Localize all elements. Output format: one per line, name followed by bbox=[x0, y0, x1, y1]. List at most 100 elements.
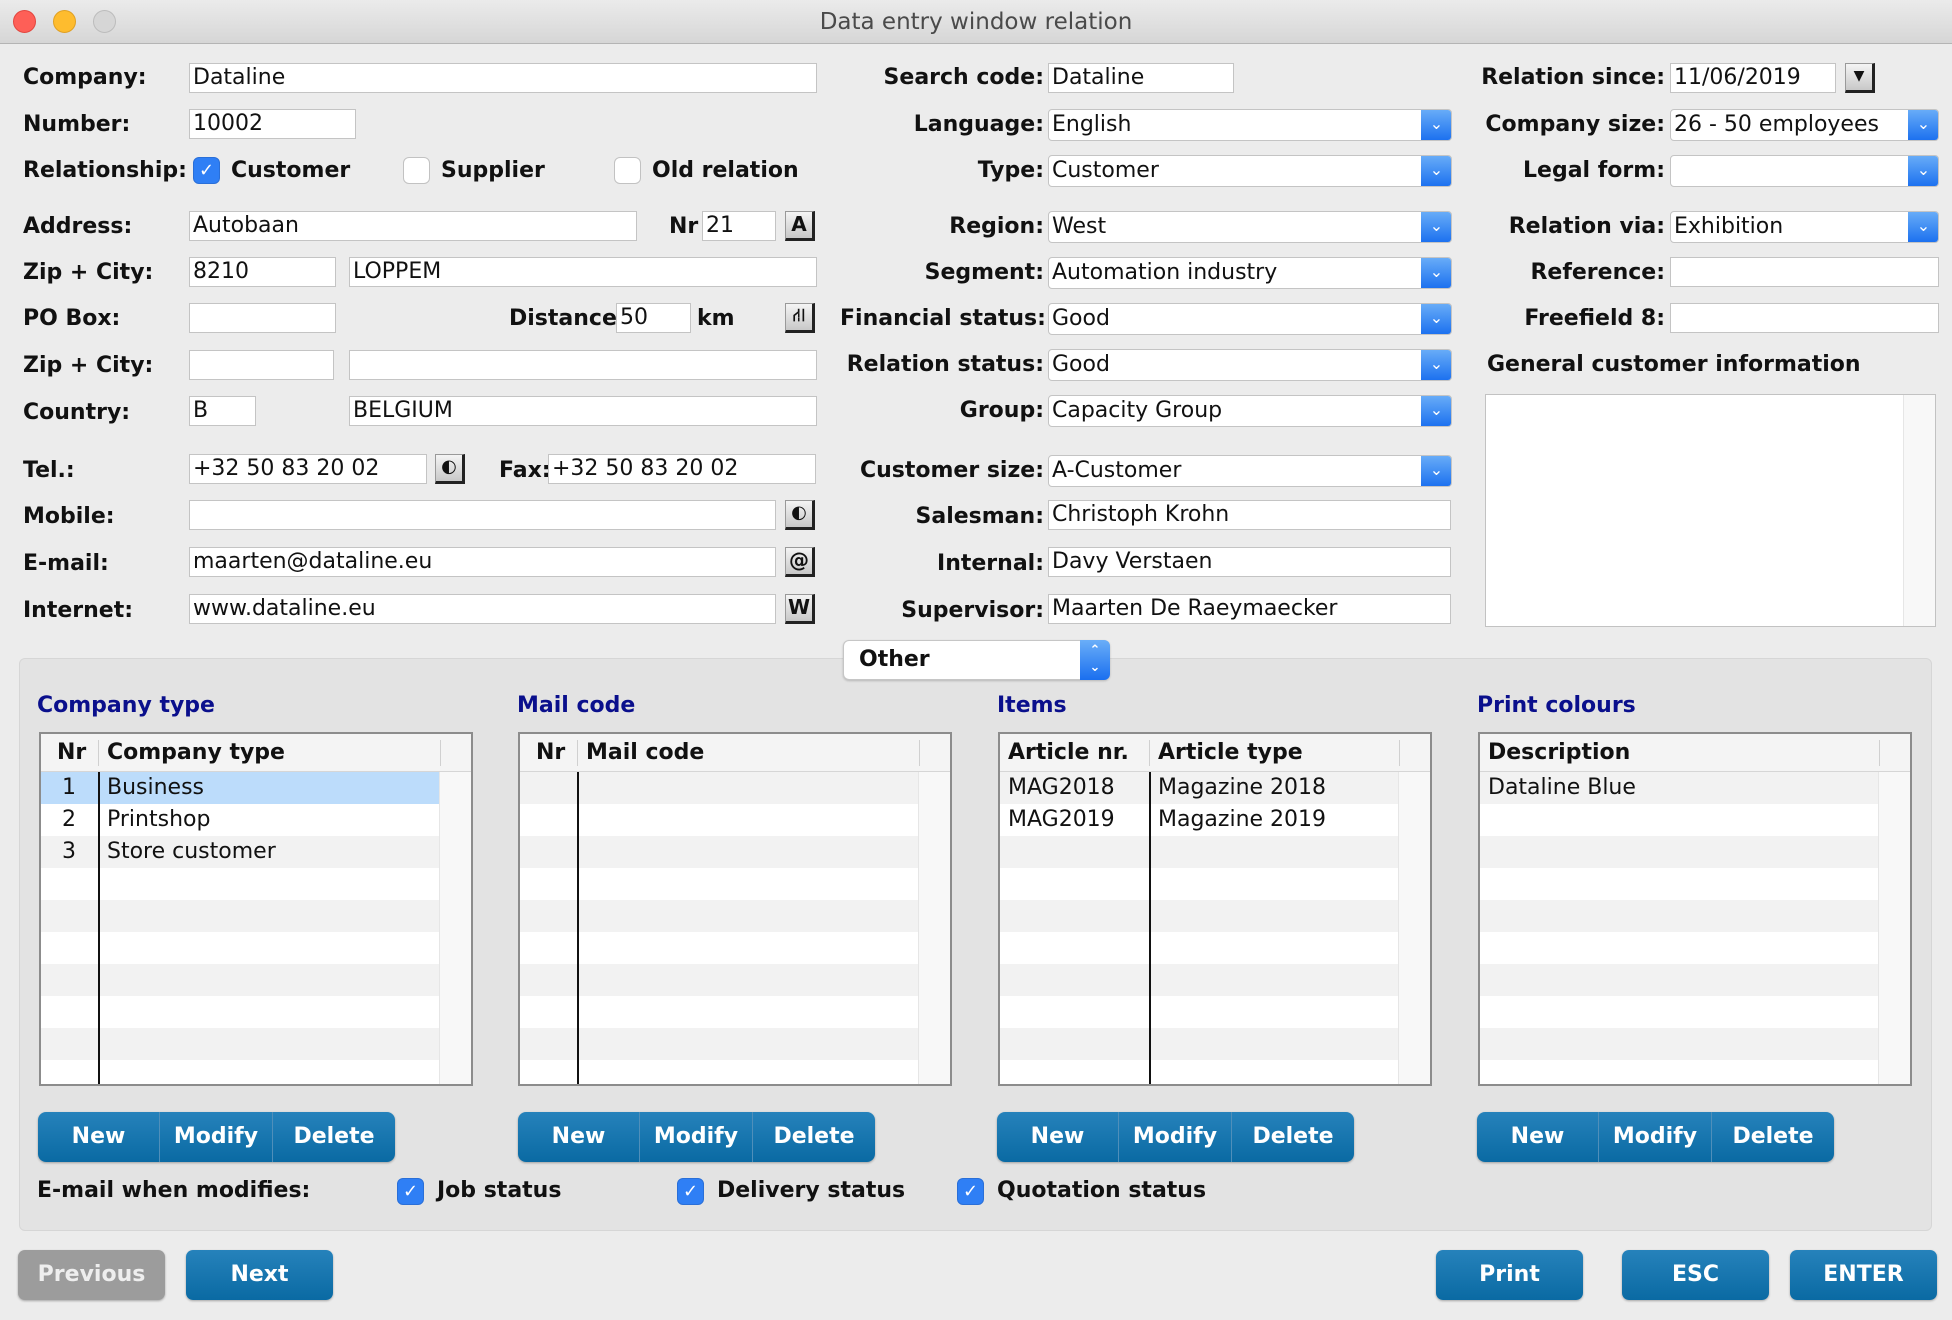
internet-field[interactable]: www.dataline.eu bbox=[189, 594, 776, 624]
general-info-textarea[interactable] bbox=[1485, 394, 1936, 627]
table-row[interactable]: 2 Printshop bbox=[41, 804, 441, 836]
financial-status-select[interactable]: Good ⌄ bbox=[1048, 303, 1452, 335]
supplier-checkbox[interactable] bbox=[403, 157, 430, 184]
print-colours-table[interactable]: Description Dataline Blue bbox=[1478, 732, 1912, 1086]
relation-since-field[interactable]: 11/06/2019 bbox=[1670, 63, 1836, 93]
column-header-description[interactable]: Description bbox=[1488, 738, 1630, 768]
zip-field[interactable]: 8210 bbox=[189, 257, 336, 287]
chevron-down-icon[interactable]: ⌄ bbox=[1421, 212, 1451, 242]
company-type-modify-button[interactable]: Modify bbox=[160, 1112, 273, 1162]
esc-button[interactable]: ESC bbox=[1622, 1250, 1769, 1300]
country-name-field[interactable]: BELGIUM bbox=[349, 396, 817, 426]
date-picker-icon[interactable]: ▼ bbox=[1845, 63, 1875, 93]
chevron-down-icon[interactable]: ⌄ bbox=[1908, 212, 1938, 242]
mobile-field[interactable] bbox=[189, 500, 776, 530]
table-row[interactable]: MAG2018 Magazine 2018 bbox=[1000, 772, 1400, 804]
email-field[interactable]: maarten@dataline.eu bbox=[189, 547, 776, 577]
quotation-status-checkbox[interactable]: ✓ bbox=[957, 1178, 984, 1205]
column-header-article-nr[interactable]: Article nr. bbox=[1008, 738, 1129, 768]
company-type-new-button[interactable]: New bbox=[38, 1112, 160, 1162]
mail-code-new-button[interactable]: New bbox=[518, 1112, 640, 1162]
table-scrollbar[interactable] bbox=[918, 772, 950, 1084]
enter-button[interactable]: ENTER bbox=[1790, 1250, 1937, 1300]
chevron-down-icon[interactable]: ⌄ bbox=[1421, 304, 1451, 334]
phone-icon[interactable]: ◐ bbox=[435, 454, 465, 484]
type-select[interactable]: Customer ⌄ bbox=[1048, 155, 1452, 187]
internal-field[interactable]: Davy Verstaen bbox=[1048, 547, 1451, 577]
company-type-delete-button[interactable]: Delete bbox=[273, 1112, 395, 1162]
house-nr-field[interactable]: 21 bbox=[702, 211, 776, 241]
column-header-nr[interactable]: Nr bbox=[536, 738, 565, 768]
table-row[interactable]: Dataline Blue bbox=[1480, 772, 1880, 804]
chevron-down-icon[interactable]: ⌄ bbox=[1421, 110, 1451, 140]
address-lookup-icon[interactable]: A bbox=[785, 211, 815, 241]
mail-code-delete-button[interactable]: Delete bbox=[753, 1112, 875, 1162]
customer-size-select[interactable]: A-Customer ⌄ bbox=[1048, 455, 1452, 487]
old-relation-checkbox[interactable] bbox=[614, 157, 641, 184]
print-colours-modify-button[interactable]: Modify bbox=[1599, 1112, 1712, 1162]
items-new-button[interactable]: New bbox=[997, 1112, 1119, 1162]
region-select[interactable]: West ⌄ bbox=[1048, 211, 1452, 243]
job-status-checkbox[interactable]: ✓ bbox=[397, 1178, 424, 1205]
relation-via-select[interactable]: Exhibition ⌄ bbox=[1670, 211, 1939, 243]
number-field[interactable]: 10002 bbox=[189, 109, 356, 139]
route-icon[interactable]: ⛙ bbox=[785, 303, 815, 333]
print-button[interactable]: Print bbox=[1436, 1250, 1583, 1300]
items-table[interactable]: Article nr. Article type MAG2018 Magazine… bbox=[998, 732, 1432, 1086]
chevron-down-icon[interactable]: ⌄ bbox=[1421, 156, 1451, 186]
supervisor-field[interactable]: Maarten De Raeymaecker bbox=[1048, 594, 1451, 624]
city-2-field[interactable] bbox=[349, 350, 817, 380]
column-header-company-type[interactable]: Company type bbox=[107, 738, 285, 768]
language-select[interactable]: English ⌄ bbox=[1048, 109, 1452, 141]
distance-field[interactable]: 50 bbox=[616, 303, 691, 333]
updown-chevron-icon[interactable]: ⌃ ⌄ bbox=[1080, 640, 1110, 680]
chevron-down-icon[interactable]: ⌄ bbox=[1421, 258, 1451, 288]
delivery-status-checkbox[interactable]: ✓ bbox=[677, 1178, 704, 1205]
company-type-table[interactable]: Nr Company type 1 Business 2 Printshop 3 St… bbox=[39, 732, 473, 1086]
fax-field[interactable]: +32 50 83 20 02 bbox=[548, 454, 816, 484]
general-info-scrollbar[interactable] bbox=[1903, 395, 1935, 626]
table-scrollbar[interactable] bbox=[439, 772, 471, 1084]
column-header-mail-code[interactable]: Mail code bbox=[586, 738, 704, 768]
chevron-down-icon[interactable]: ⌄ bbox=[1908, 110, 1938, 140]
reference-field[interactable] bbox=[1670, 257, 1939, 287]
items-modify-button[interactable]: Modify bbox=[1119, 1112, 1232, 1162]
chevron-down-icon[interactable]: ⌄ bbox=[1421, 456, 1451, 486]
send-email-icon[interactable]: @ bbox=[785, 547, 815, 577]
segment-select[interactable]: Automation industry ⌄ bbox=[1048, 257, 1452, 289]
tel-field[interactable]: +32 50 83 20 02 bbox=[189, 454, 427, 484]
mobile-phone-icon[interactable]: ◐ bbox=[785, 500, 815, 530]
chevron-down-icon[interactable]: ⌄ bbox=[1908, 156, 1938, 186]
items-delete-button[interactable]: Delete bbox=[1232, 1112, 1354, 1162]
table-scrollbar[interactable] bbox=[1878, 772, 1910, 1084]
column-header-article-type[interactable]: Article type bbox=[1158, 738, 1303, 768]
customer-checkbox[interactable]: ✓ bbox=[193, 157, 220, 184]
table-row[interactable]: 3 Store customer bbox=[41, 836, 441, 868]
mail-code-modify-button[interactable]: Modify bbox=[640, 1112, 753, 1162]
salesman-field[interactable]: Christoph Krohn bbox=[1048, 500, 1451, 530]
column-header-nr[interactable]: Nr bbox=[57, 738, 86, 768]
table-scrollbar[interactable] bbox=[1398, 772, 1430, 1084]
country-code-field[interactable]: B bbox=[189, 396, 256, 426]
search-code-field[interactable]: Dataline bbox=[1048, 63, 1234, 93]
zip-2-field[interactable] bbox=[189, 350, 334, 380]
freefield-8-field[interactable] bbox=[1670, 303, 1939, 333]
chevron-down-icon[interactable]: ⌄ bbox=[1421, 396, 1451, 426]
section-selector[interactable]: Other ⌃ ⌄ bbox=[843, 640, 1110, 680]
next-button[interactable]: Next bbox=[186, 1250, 333, 1300]
table-row[interactable]: MAG2019 Magazine 2019 bbox=[1000, 804, 1400, 836]
company-size-select[interactable]: 26 - 50 employees ⌄ bbox=[1670, 109, 1939, 141]
po-box-field[interactable] bbox=[189, 303, 336, 333]
group-select[interactable]: Capacity Group ⌄ bbox=[1048, 395, 1452, 427]
company-field[interactable]: Dataline bbox=[189, 63, 817, 93]
legal-form-select[interactable]: ⌄ bbox=[1670, 155, 1939, 187]
open-website-icon[interactable]: W bbox=[785, 594, 815, 624]
print-colours-delete-button[interactable]: Delete bbox=[1712, 1112, 1834, 1162]
city-field[interactable]: LOPPEM bbox=[349, 257, 817, 287]
table-row[interactable]: 1 Business bbox=[41, 772, 441, 804]
chevron-down-icon[interactable]: ⌄ bbox=[1421, 350, 1451, 380]
previous-button[interactable]: Previous bbox=[18, 1250, 165, 1300]
print-colours-new-button[interactable]: New bbox=[1477, 1112, 1599, 1162]
relation-status-select[interactable]: Good ⌄ bbox=[1048, 349, 1452, 381]
mail-code-table[interactable]: Nr Mail code bbox=[518, 732, 952, 1086]
